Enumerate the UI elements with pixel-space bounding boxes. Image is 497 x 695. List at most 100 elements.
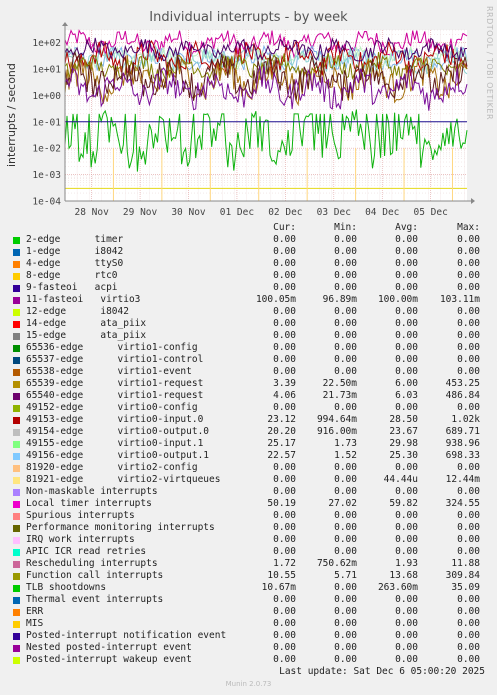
legend-row: 49156-edge virtio0-output.1 22.57 1.52 25.3…	[0, 450, 497, 462]
legend-max: 0.00	[457, 546, 480, 557]
y-tick-label: 1e+01	[32, 64, 61, 75]
legend-cur: 0.00	[273, 234, 296, 245]
y-tick-label: 1e-02	[32, 144, 61, 155]
header-max: Max:	[457, 222, 480, 233]
legend-label: Non-maskable interrupts	[26, 486, 158, 497]
legend-avg: 59.82	[389, 498, 418, 509]
legend-swatch	[13, 357, 20, 364]
legend-swatch	[13, 261, 20, 268]
legend-min: 0.00	[334, 270, 357, 281]
legend-row: 49155-edge virtio0-input.1 25.17 1.73 29.98…	[0, 438, 497, 450]
header-min: Min:	[334, 222, 357, 233]
legend-label: Thermal event interrupts	[26, 594, 164, 605]
x-tick-label: 30 Nov	[171, 207, 206, 218]
legend-cur: 0.00	[273, 534, 296, 545]
legend-row: 49152-edge virtio0-config 0.00 0.00 0.00 0.0…	[0, 402, 497, 414]
legend-max: 689.71	[445, 426, 480, 437]
legend-row: IRQ work interrupts 0.00 0.00 0.00 0.00	[0, 534, 497, 546]
legend-cur: 23.12	[267, 414, 296, 425]
legend-avg: 0.00	[395, 306, 418, 317]
legend-row: 65536-edge virtio1-config 0.00 0.00 0.00 0.0…	[0, 342, 497, 354]
legend-label: 49156-edge virtio0-output.1	[26, 450, 210, 461]
legend-row: Local timer interrupts 50.19 27.02 59.82 324…	[0, 498, 497, 510]
legend-label: Spurious interrupts	[26, 510, 135, 521]
legend-max: 0.00	[457, 366, 480, 377]
legend-label: Local timer interrupts	[26, 498, 152, 509]
legend-row: Nested posted-interrupt event 0.00 0.00 0.0…	[0, 642, 497, 654]
legend-max: 0.00	[457, 606, 480, 617]
legend-min: 0.00	[334, 354, 357, 365]
legend: 2-edge timer 0.00 0.00 0.00 0.00 1-edge i8042…	[0, 234, 497, 666]
legend-max: 0.00	[457, 630, 480, 641]
legend-row: Spurious interrupts 0.00 0.00 0.00 0.00	[0, 510, 497, 522]
legend-row: Function call interrupts 10.55 5.71 13.68 30…	[0, 570, 497, 582]
legend-cur: 25.17	[267, 438, 296, 449]
legend-max: 103.11m	[439, 294, 480, 305]
legend-cur: 100.05m	[255, 294, 296, 305]
legend-row: TLB shootdowns 10.67m 0.00 263.60m 35.09	[0, 582, 497, 594]
legend-max: 0.00	[457, 462, 480, 473]
legend-row: 9-fasteoi acpi 0.00 0.00 0.00 0.00	[0, 282, 497, 294]
legend-label: 65539-edge virtio1-request	[26, 378, 204, 389]
legend-max: 453.25	[445, 378, 480, 389]
legend-cur: 0.00	[273, 510, 296, 521]
legend-swatch	[13, 441, 20, 448]
legend-max: 698.33	[445, 450, 480, 461]
legend-swatch	[13, 621, 20, 628]
legend-label: 81921-edge virtio2-virtqueues	[26, 474, 221, 485]
legend-swatch	[13, 453, 20, 460]
legend-avg: 6.03	[395, 390, 418, 401]
x-tick-label: 29 Nov	[123, 207, 158, 218]
legend-cur: 3.39	[273, 378, 296, 389]
legend-cur: 0.00	[273, 594, 296, 605]
legend-row: 65537-edge virtio1-control 0.00 0.00 0.00 0.…	[0, 354, 497, 366]
legend-label: Posted-interrupt wakeup event	[26, 654, 192, 665]
legend-label: 2-edge timer	[26, 234, 124, 245]
legend-header: Cur: Min: Avg: Max:	[0, 222, 497, 234]
legend-swatch	[13, 237, 20, 244]
legend-min: 1.52	[334, 450, 357, 461]
legend-row: MIS 0.00 0.00 0.00 0.00	[0, 618, 497, 630]
legend-min: 994.64m	[316, 414, 357, 425]
legend-min: 0.00	[334, 654, 357, 665]
legend-swatch	[13, 573, 20, 580]
legend-row: Non-maskable interrupts 0.00 0.00 0.00 0.00	[0, 486, 497, 498]
legend-max: 0.00	[457, 486, 480, 497]
legend-cur: 0.00	[273, 654, 296, 665]
legend-label: 65540-edge virtio1-request	[26, 390, 204, 401]
legend-cur: 20.20	[267, 426, 296, 437]
legend-cur: 0.00	[273, 306, 296, 317]
legend-label: APIC ICR read retries	[26, 546, 147, 557]
legend-max: 0.00	[457, 318, 480, 329]
legend-swatch	[13, 561, 20, 568]
legend-avg: 23.67	[389, 426, 418, 437]
legend-label: 49155-edge virtio0-input.1	[26, 438, 204, 449]
legend-row: Performance monitoring interrupts 0.00 0.0…	[0, 522, 497, 534]
legend-min: 0.00	[334, 246, 357, 257]
legend-avg: 44.44u	[383, 474, 418, 485]
legend-min: 21.73m	[322, 390, 357, 401]
legend-swatch	[13, 405, 20, 412]
header-cur: Cur:	[273, 222, 296, 233]
legend-label: 14-edge ata_piix	[26, 318, 147, 329]
legend-max: 324.55	[445, 498, 480, 509]
legend-row: 1-edge i8042 0.00 0.00 0.00 0.00	[0, 246, 497, 258]
legend-swatch	[13, 393, 20, 400]
legend-avg: 0.00	[395, 618, 418, 629]
legend-row: ERR 0.00 0.00 0.00 0.00	[0, 606, 497, 618]
legend-max: 938.96	[445, 438, 480, 449]
legend-label: 81920-edge virtio2-config	[26, 462, 198, 473]
legend-cur: 0.00	[273, 546, 296, 557]
legend-swatch	[13, 501, 20, 508]
legend-min: 22.50m	[322, 378, 357, 389]
legend-swatch	[13, 645, 20, 652]
legend-label: 8-edge rtc0	[26, 270, 118, 281]
legend-max: 0.00	[457, 522, 480, 533]
legend-label: 9-fasteoi acpi	[26, 282, 118, 293]
legend-avg: 0.00	[395, 654, 418, 665]
legend-avg: 6.00	[395, 378, 418, 389]
legend-cur: 10.67m	[261, 582, 296, 593]
legend-swatch	[13, 513, 20, 520]
legend-cur: 0.00	[273, 522, 296, 533]
legend-row: 65540-edge virtio1-request 4.06 21.73m 6.03…	[0, 390, 497, 402]
